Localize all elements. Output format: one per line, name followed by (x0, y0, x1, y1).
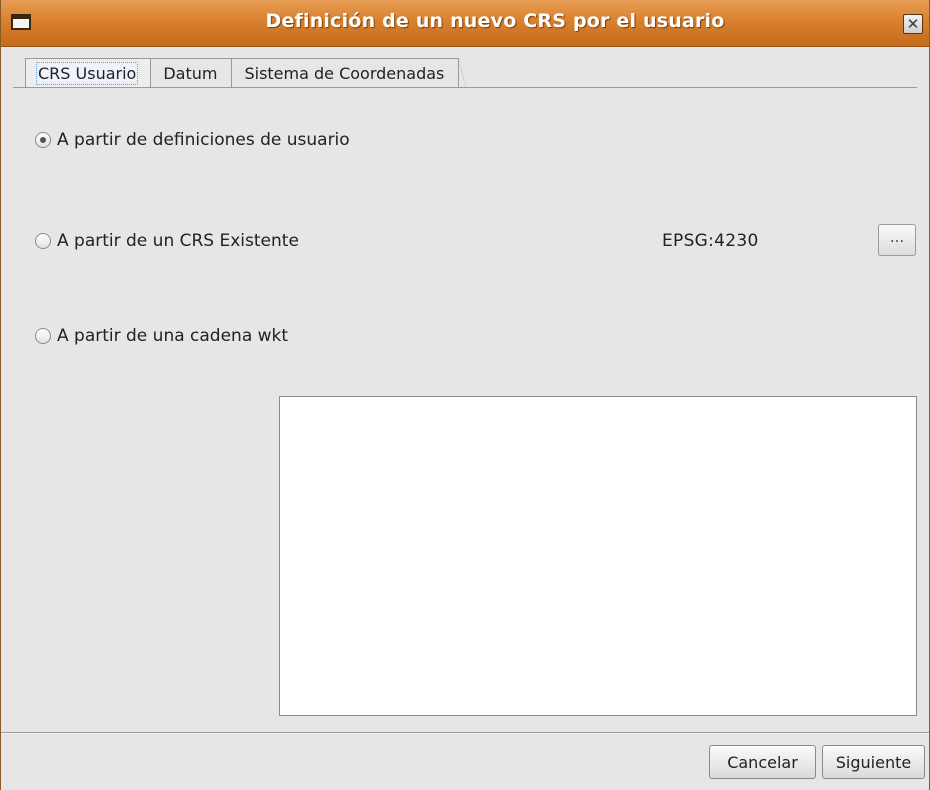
window-title: Definición de un nuevo CRS por el usuari… (265, 10, 725, 32)
option-label: A partir de una cadena wkt (57, 326, 289, 346)
radio-existing-crs[interactable] (35, 233, 51, 249)
option-existing-crs[interactable]: A partir de un CRS Existente (35, 230, 299, 252)
tab-edge (458, 58, 467, 88)
radio-wkt-string[interactable] (35, 328, 51, 344)
tab-datum[interactable]: Datum (151, 58, 233, 88)
option-user-definitions[interactable]: A partir de definiciones de usuario (35, 129, 350, 151)
close-button[interactable]: ✕ (903, 14, 923, 34)
footer-divider-highlight (1, 733, 929, 734)
option-label: A partir de definiciones de usuario (57, 130, 350, 150)
tab-sistema-de-coordenadas[interactable]: Sistema de Coordenadas (232, 58, 467, 88)
option-label: A partir de un CRS Existente (57, 231, 299, 251)
option-wkt-string[interactable]: A partir de una cadena wkt (35, 325, 288, 347)
browse-crs-button[interactable]: ... (878, 224, 916, 256)
existing-crs-code: EPSG:4230 (662, 231, 759, 251)
tab-divider (13, 87, 917, 88)
close-icon: ✕ (906, 14, 920, 33)
tab-label: CRS Usuario (35, 62, 139, 85)
tab-crs-usuario[interactable]: CRS Usuario (25, 58, 152, 88)
cancel-button[interactable]: Cancelar (709, 745, 816, 779)
next-button[interactable]: Siguiente (822, 745, 925, 779)
wkt-textarea[interactable] (279, 396, 917, 716)
tab-label: Datum (163, 64, 218, 83)
crs-dialog: Definición de un nuevo CRS por el usuari… (0, 0, 930, 790)
tab-bar: CRS Usuario Datum Sistema de Coordenadas (25, 54, 467, 88)
title-bar[interactable]: Definición de un nuevo CRS por el usuari… (1, 0, 929, 47)
radio-user-definitions[interactable] (35, 132, 51, 148)
tab-label: Sistema de Coordenadas (244, 64, 445, 83)
